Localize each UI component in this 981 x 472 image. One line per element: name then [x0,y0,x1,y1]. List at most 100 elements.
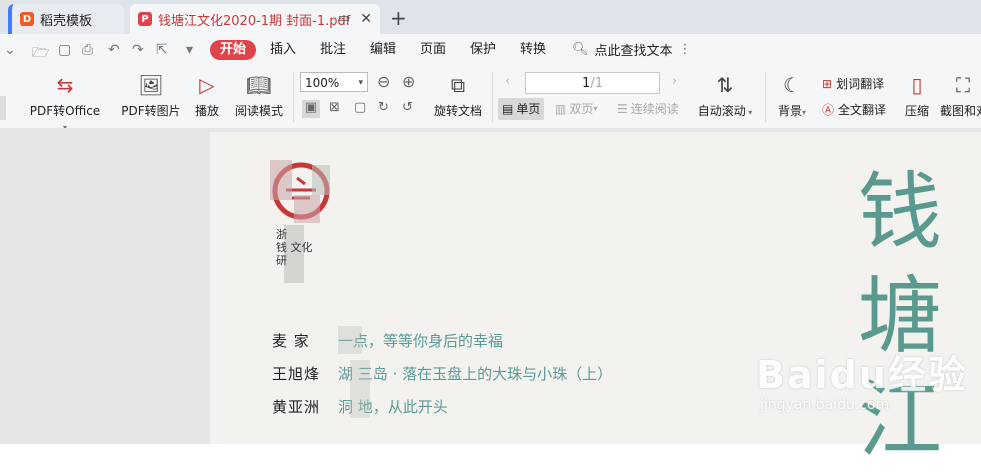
play-icon: ▷ [199,73,215,97]
full-translate-label: 全文翻译 [838,103,887,117]
article-author: 麦 家 [272,332,310,350]
page-total: /1 [590,76,603,91]
screenshot-label: 截图和对 [940,104,981,118]
save-icon[interactable]: ▢ [58,42,71,58]
screenshot-icon: ⛶ [956,73,970,97]
rotate-right-icon[interactable]: ↺ [402,100,413,115]
article-author: 王旭烽 [272,365,321,383]
org-line: 浙 [276,228,287,241]
auto-scroll-button[interactable]: ⇅ 自动滚动 ▾ [694,72,756,119]
word-translate-button[interactable]: ⊞ 划词翻译 [822,75,884,92]
search-icon: 🔍︎ [572,42,589,57]
pdf-to-image-label: PDF转图片 [121,104,181,118]
play-label: 播放 [194,104,219,118]
compress-icon: ▯ [911,73,923,97]
pdf-logo-icon: P [138,12,152,26]
rotate-document-icon: ⧉ [450,73,466,97]
calligraphy-title: 钱 塘 江 [858,160,942,472]
pdf-to-office-label: PDF转Office [29,104,101,118]
redo-icon[interactable]: ↷ [132,42,144,58]
background-button[interactable]: ☾ 背景▾ [774,72,810,119]
export-icon[interactable]: ⇱ [156,42,168,58]
pdf-to-office-icon: ⇆ [56,73,74,97]
menu-protect[interactable]: 保护 [470,40,496,60]
institute-name: 浙 钱 文化 研 [276,228,313,267]
prev-page-icon[interactable]: ‹ [505,74,510,89]
undo-icon[interactable]: ↶ [108,42,120,58]
monitor-icon[interactable]: ▭ [338,11,350,26]
article-item: 黄亚洲 洞 地，从此开头 [272,396,612,429]
rotate-document-button[interactable]: ⧉ 旋转文档 [430,72,486,119]
single-page-icon: ▤ [502,102,514,116]
article-title: 湖 三岛 · 落在玉盘上的大珠与小珠（上） [338,365,613,383]
tab-label: 钱塘江文化2020-1期 封面-1.pdf [158,13,351,29]
full-translate-button[interactable]: Ⓐ 全文翻译 [822,101,886,118]
chevron-down-icon[interactable]: ⌄ [4,42,16,58]
zoom-select[interactable]: 100% ▾ [300,72,368,92]
menu-start[interactable]: 开始 [210,40,257,60]
blurred-mosaic [312,165,330,195]
new-tab-button[interactable]: + [390,6,407,30]
next-page-icon[interactable]: › [672,74,677,89]
auto-scroll-icon: ⇅ [716,73,734,97]
blurred-mosaic [350,360,370,418]
panel-handle[interactable] [0,96,6,120]
moon-icon: ☾ [783,73,801,97]
compress-button[interactable]: ▯ 压缩 [902,72,932,119]
word-translate-label: 划词翻译 [836,77,885,91]
customize-chevron-icon[interactable]: ▾ [186,42,193,58]
print-icon[interactable]: ⎙ [82,42,93,58]
double-page-button[interactable]: ▥ 双页 ▾ [555,98,597,120]
tab-docer-templates[interactable]: D 稻壳模板 [8,4,124,34]
baidu-jingyan-watermark: Baidu经验 jingyan.baidu.com [756,344,968,413]
compress-label: 压缩 [904,104,929,118]
actual-size-icon[interactable]: ▢ [354,100,366,115]
zoom-in-icon[interactable]: ⊕ [402,72,415,91]
close-icon[interactable]: ✕ [360,11,372,27]
single-page-button[interactable]: ▤ 单页 [498,98,545,120]
full-translate-icon: Ⓐ [822,103,835,117]
auto-scroll-label: 自动滚动 [697,104,746,118]
rotate-document-label: 旋转文档 [433,104,482,118]
menu-insert[interactable]: 插入 [270,40,296,60]
docer-logo-icon: D [20,12,34,26]
continuous-label: 连续阅读 [630,102,679,116]
rotate-left-icon[interactable]: ↻ [378,100,389,115]
menu-page[interactable]: 页面 [420,40,446,60]
read-mode-label: 阅读模式 [234,104,283,118]
pdf-to-office-button[interactable]: ⇆ PDF转Office ▾ [28,72,102,133]
blurred-mosaic [270,160,292,200]
screenshot-compare-button[interactable]: ⛶ 截图和对 [940,72,981,119]
zoom-out-icon[interactable]: ⊖ [377,72,390,91]
article-title: 一点，等等你身后的幸福 [338,332,504,350]
chevron-down-icon: ▾ [358,78,363,88]
open-folder-icon[interactable]: 🗁 [32,42,49,66]
book-icon: 📖︎ [246,73,272,97]
menu-annotate[interactable]: 批注 [320,40,346,60]
watermark-brand: Baidu经验 [756,353,968,397]
fit-page-icon[interactable]: ▣ [302,100,320,118]
page-number-input[interactable]: 1/1 [525,72,660,94]
menu-edit[interactable]: 编辑 [370,40,396,60]
fit-width-icon[interactable]: ⊠ [329,100,340,115]
article-item: 麦 家 一点，等等你身后的幸福 [272,330,612,363]
article-item: 王旭烽 湖 三岛 · 落在玉盘上的大珠与小珠（上） [272,363,612,396]
tab-pdf-document[interactable]: P 钱塘江文化2020-1期 封面-1.pdf ▭ ✕ [130,4,380,34]
article-author: 黄亚洲 [272,398,321,416]
more-options-icon[interactable]: ⋮ [679,42,692,57]
article-list: 麦 家 一点，等等你身后的幸福 王旭烽 湖 三岛 · 落在玉盘上的大珠与小珠（上… [272,330,612,429]
single-page-label: 单页 [516,102,541,116]
read-mode-button[interactable]: 📖︎ 阅读模式 [232,72,286,119]
find-text-search[interactable]: 🔍︎ 点此查找文本 ⋮ [572,40,692,59]
double-page-icon: ▥ [555,102,567,116]
play-button[interactable]: ▷ 播放 [190,72,224,119]
pdf-to-image-button[interactable]: 🖼︎ PDF转图片 [120,72,182,119]
zoom-value: 100% [305,76,340,90]
image-icon: 🖼︎ [138,73,164,97]
blurred-mosaic [338,326,362,354]
translate-icon: ⊞ [822,76,833,91]
continuous-reading-button[interactable]: ☰ 连续阅读 [617,98,679,120]
toolbar-divider [293,72,294,122]
menu-convert[interactable]: 转换 [520,40,546,60]
blurred-mosaic [294,195,320,223]
